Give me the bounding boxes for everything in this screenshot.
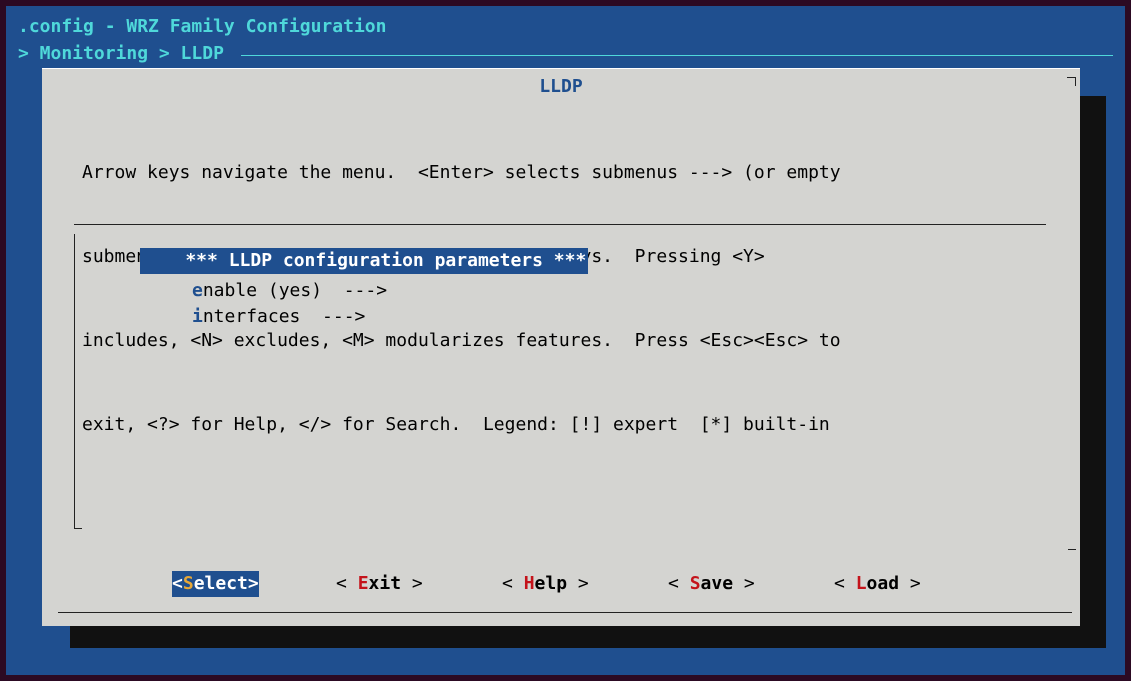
config-title: .config - WRZ Family Configuration [18,16,387,37]
menu-border [74,234,75,529]
breadcrumb: > Monitoring > LLDP [18,43,1113,67]
menu-item-label: nterfaces ---> [202,306,366,327]
menu-border-mark [74,528,82,529]
button-bracket: < [502,573,524,594]
button-bracket: < [172,573,183,594]
load-button[interactable]: < Load > [834,571,921,597]
button-bracket: > [567,573,589,594]
menu-item-interfaces[interactable]: interfaces ---> [190,304,367,330]
button-bracket: < [834,573,856,594]
dialog-frame-tick [1068,549,1076,551]
hotkey-letter: H [523,573,535,594]
save-button[interactable]: < Save > [668,571,755,597]
button-bracket: < [668,573,690,594]
button-label: ave [700,573,734,594]
dialog-title: LLDP [539,76,583,97]
button-row: <Select> < Exit > < Help > < Save > < Lo… [42,571,1080,599]
button-label: xit [368,573,402,594]
hotkey-letter: e [192,280,203,301]
button-bracket: > [733,573,755,594]
hotkey-letter: S [182,573,194,594]
hotkey-letter: i [192,306,203,327]
button-bracket: > [401,573,423,594]
hotkey-letter: E [357,573,369,594]
button-bracket: < [336,573,358,594]
hotkey-letter: L [855,573,867,594]
button-bracket: > [247,573,259,594]
exit-button[interactable]: < Exit > [336,571,423,597]
dialog-bottom-border [58,612,1072,613]
menu-item-label: nable (yes) ---> [202,280,388,301]
breadcrumb-text: > Monitoring > LLDP [18,43,241,64]
menu-list: *** LLDP configuration parameters *** en… [74,224,1046,532]
menuconfig-dialog: LLDP Arrow keys navigate the menu. <Ente… [42,68,1080,626]
menu-item-lldp-params-comment[interactable]: *** LLDP configuration parameters *** [140,248,589,274]
help-line: Arrow keys navigate the menu. <Enter> se… [82,162,841,183]
help-button[interactable]: < Help > [502,571,589,597]
button-label: oad [866,573,900,594]
hotkey-letter: S [689,573,701,594]
button-label: elp [534,573,568,594]
button-bracket: > [899,573,921,594]
terminal-window: .config - WRZ Family Configuration > Mon… [6,6,1125,675]
select-button[interactable]: <Select> [172,571,259,597]
button-label: elect [193,573,248,594]
menu-item-enable[interactable]: enable (yes) ---> [190,278,389,304]
